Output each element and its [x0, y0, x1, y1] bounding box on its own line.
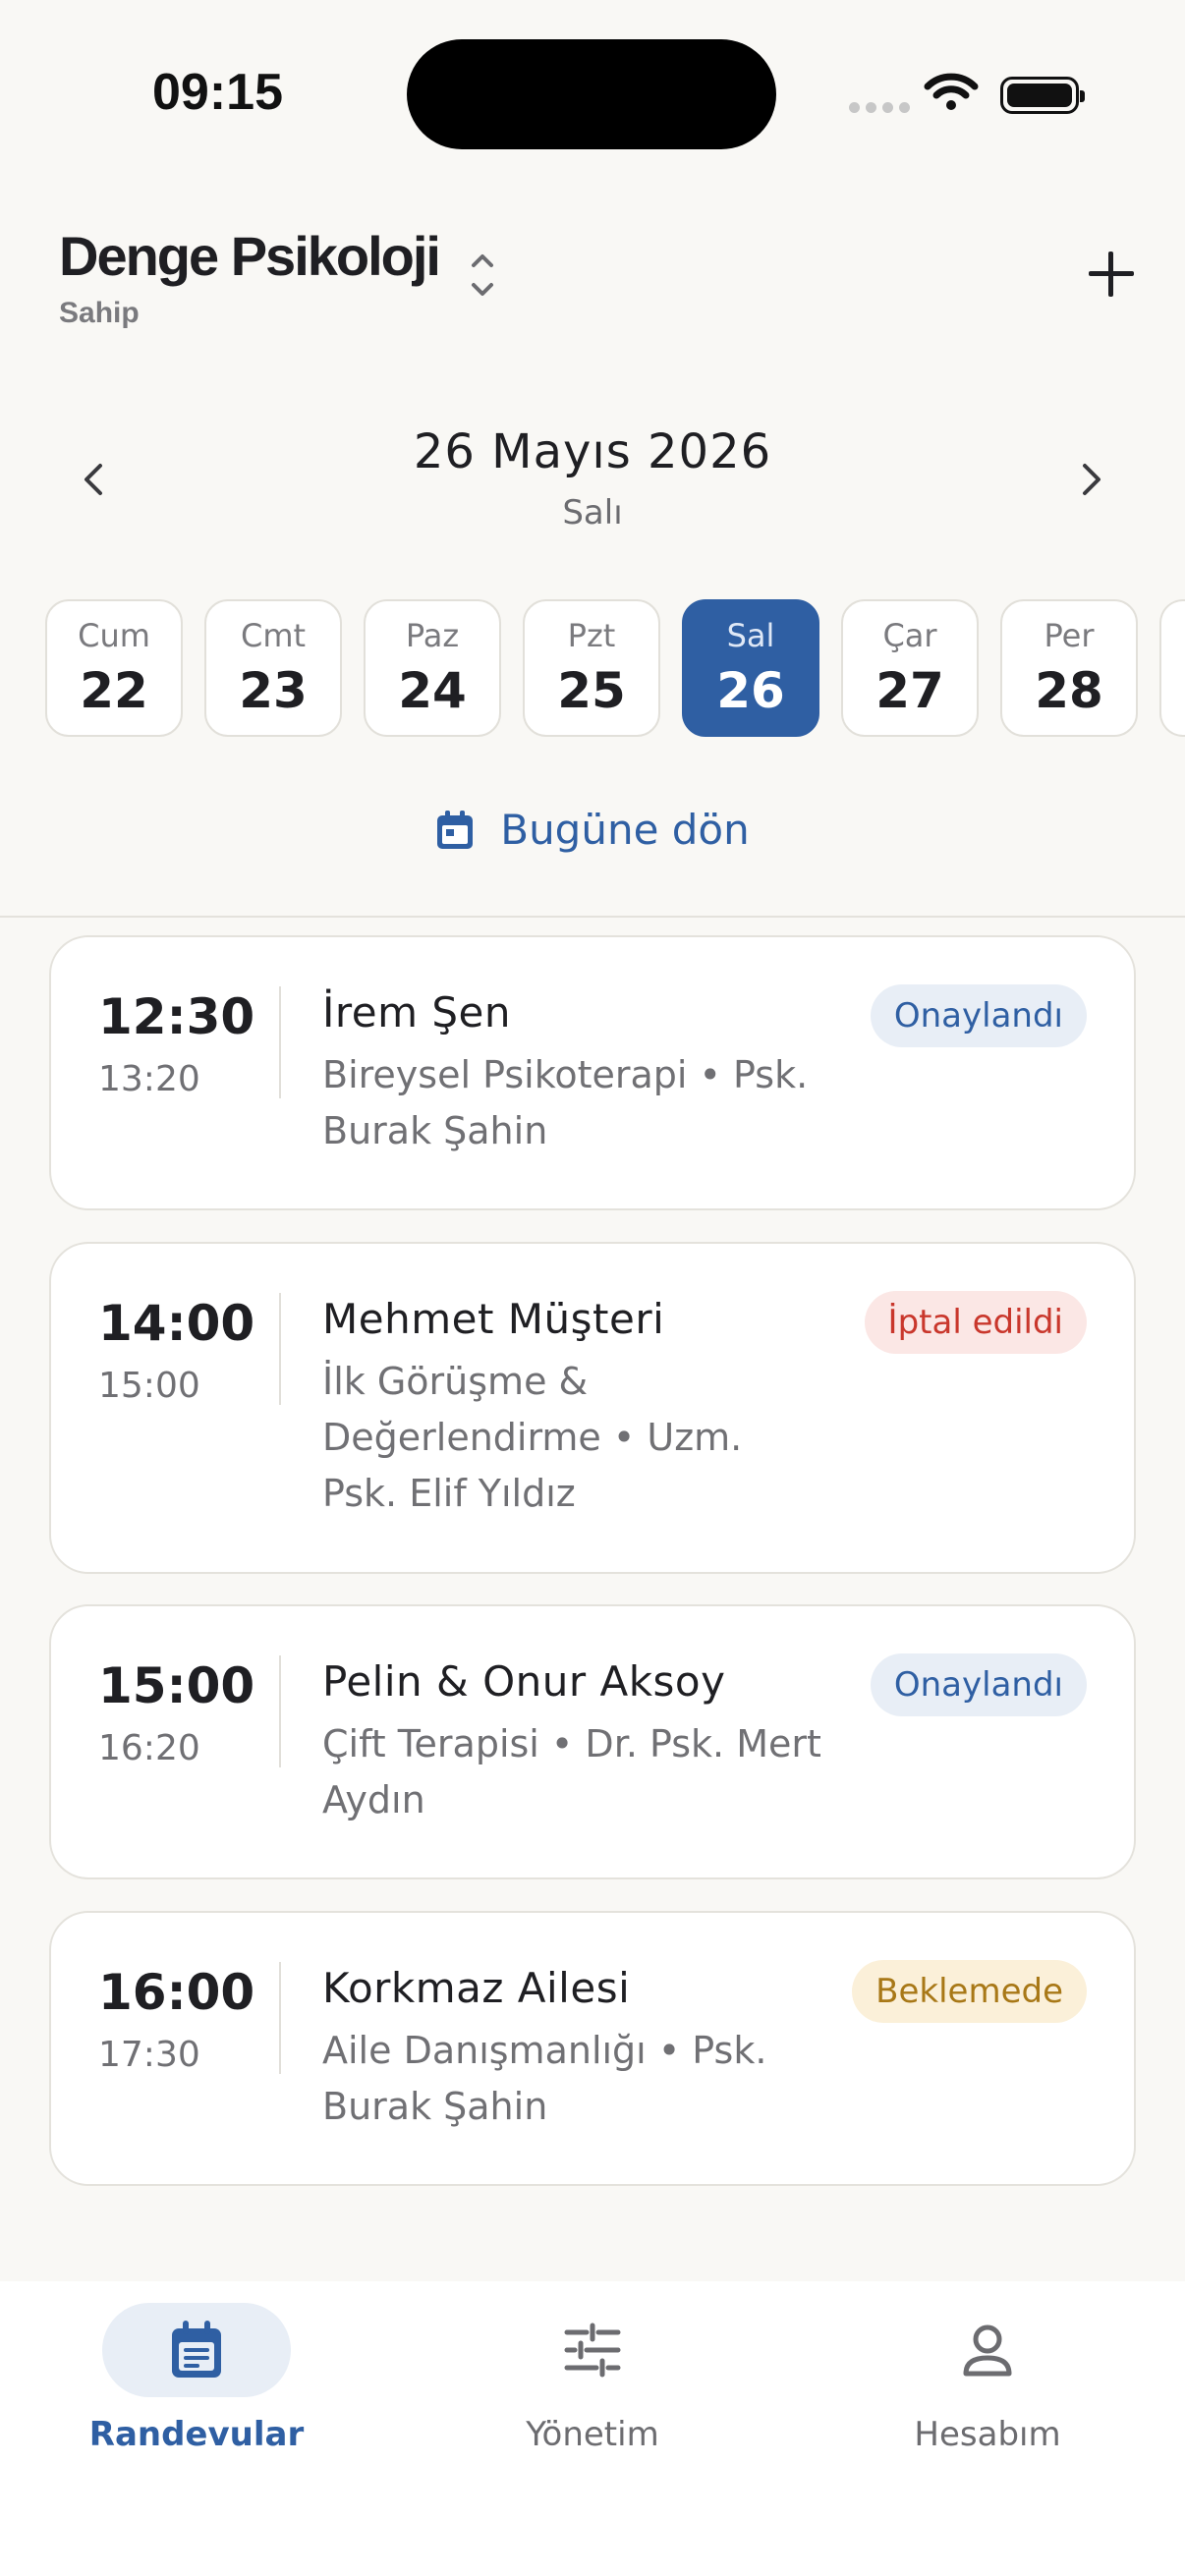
day-name: Cmt [240, 617, 307, 654]
appointment-card[interactable]: 14:00 15:00 Mehmet Müşteri İlk Görüşme &… [49, 1242, 1136, 1574]
day-name: Per [1044, 617, 1095, 654]
appointment-details: Aile Danışmanlığı • Psk. Burak Şahin [322, 2029, 767, 2128]
status-badge: İptal edildi [864, 1291, 1087, 1354]
status-time: 09:15 [152, 64, 283, 121]
day-number: 22 [80, 662, 148, 719]
day-chip-selected[interactable]: Sal 26 [682, 599, 819, 737]
day-name: Paz [405, 617, 460, 654]
start-time: 16:00 [98, 1964, 255, 2021]
time-divider [279, 986, 281, 1098]
clinic-title[interactable]: Denge Psikoloji [59, 224, 441, 288]
role-label: Sahip [59, 297, 140, 329]
start-time: 15:00 [98, 1657, 255, 1714]
calendar-icon [437, 810, 474, 849]
tab-yonetim[interactable]: Yönetim [445, 2303, 740, 2454]
day-chip[interactable]: Cmt 23 [204, 599, 342, 737]
tab-label: Hesabım [914, 2415, 1061, 2454]
time-divider [279, 1962, 281, 2074]
day-name: Sal [726, 617, 775, 654]
appointment-card[interactable]: 16:00 17:30 Korkmaz Ailesi Aile Danışman… [49, 1911, 1136, 2186]
day-number: 28 [1035, 662, 1103, 719]
add-appointment-button[interactable] [1089, 252, 1134, 297]
client-name: Pelin & Onur Aksoy [322, 1657, 726, 1706]
battery-icon [1000, 77, 1085, 114]
tab-label: Yönetim [526, 2415, 659, 2454]
appointment-details: Çift Terapisi • Dr. Psk. Mert Aydın [322, 1722, 821, 1821]
tab-randevular[interactable]: Randevular [49, 2303, 344, 2454]
end-time: 15:00 [98, 1366, 200, 1406]
time-divider [279, 1655, 281, 1767]
time-divider [279, 1293, 281, 1405]
day-number: 23 [239, 662, 308, 719]
day-chip-partial[interactable] [1159, 599, 1185, 737]
day-chip[interactable]: Paz 24 [364, 599, 501, 737]
appointment-card[interactable]: 15:00 16:20 Pelin & Onur Aksoy Çift Tera… [49, 1604, 1136, 1879]
sliders-icon [564, 2323, 621, 2378]
status-badge: Onaylandı [870, 1653, 1087, 1716]
day-name: Pzt [567, 617, 616, 654]
day-name: Çar [882, 617, 937, 654]
status-badge: Beklemede [852, 1960, 1087, 2023]
day-chip[interactable]: Çar 27 [841, 599, 979, 737]
selected-date: 26 Mayıs 2026 [413, 424, 772, 479]
back-to-today-label: Bugüne dön [500, 806, 750, 854]
next-day-button[interactable] [1071, 460, 1110, 499]
start-time: 14:00 [98, 1295, 255, 1352]
end-time: 17:30 [98, 2035, 200, 2075]
end-time: 13:20 [98, 1059, 200, 1099]
day-chip[interactable]: Per 28 [1000, 599, 1138, 737]
wifi-icon [924, 73, 979, 110]
day-number: 27 [875, 662, 944, 719]
status-badge: Onaylandı [870, 984, 1087, 1047]
appointment-details: Bireysel Psikoterapi • Psk. Burak Şahin [322, 1053, 809, 1152]
day-chip[interactable]: Cum 22 [45, 599, 183, 737]
day-name: Cum [78, 617, 150, 654]
cellular-signal-icon [849, 102, 910, 113]
tab-hesabim[interactable]: Hesabım [840, 2303, 1135, 2454]
day-chip[interactable]: Pzt 25 [523, 599, 660, 737]
appointment-details: İlk Görüşme & Değerlendirme • Uzm. Psk. … [322, 1360, 743, 1515]
day-number: 25 [557, 662, 626, 719]
person-icon [963, 2324, 1012, 2377]
end-time: 16:20 [98, 1728, 200, 1768]
dynamic-island [407, 39, 776, 149]
appointment-card[interactable]: 12:30 13:20 İrem Şen Bireysel Psikoterap… [49, 935, 1136, 1210]
start-time: 12:30 [98, 988, 255, 1045]
back-to-today-button[interactable]: Bugüne dön [0, 806, 1185, 855]
tab-label: Randevular [88, 2415, 305, 2454]
chevron-up-down-icon[interactable] [466, 248, 499, 303]
day-number: 26 [716, 662, 785, 719]
day-number: 24 [398, 662, 467, 719]
client-name: Mehmet Müşteri [322, 1295, 665, 1343]
calendar-icon [172, 2321, 221, 2378]
divider [0, 916, 1185, 918]
client-name: İrem Şen [322, 988, 511, 1036]
selected-weekday: Salı [562, 493, 623, 532]
client-name: Korkmaz Ailesi [322, 1964, 631, 2012]
